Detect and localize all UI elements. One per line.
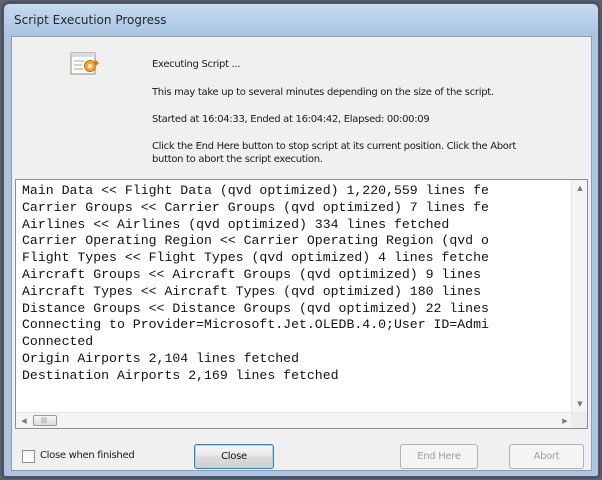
duration-note: This may take up to several minutes depe… bbox=[152, 87, 494, 98]
abort-button[interactable]: Abort bbox=[509, 444, 584, 469]
log-line: Origin Airports 2,104 lines fetched bbox=[22, 350, 299, 366]
grip-icon: ||| bbox=[41, 417, 48, 424]
end-here-button[interactable]: End Here bbox=[400, 444, 478, 469]
log-line: Destination Airports 2,169 lines fetched bbox=[22, 367, 339, 383]
dialog-body: Executing Script ... This may take up to… bbox=[11, 36, 592, 471]
log-line: Distance Groups << Distance Groups (qvd … bbox=[22, 300, 489, 316]
log-line: Airlines << Airlines (qvd optimized) 334… bbox=[22, 216, 450, 232]
log-line: Main Data << Flight Data (qvd optimized)… bbox=[22, 183, 489, 198]
title-bar[interactable]: Script Execution Progress bbox=[4, 4, 598, 36]
scroll-down-icon[interactable]: ▼ bbox=[572, 396, 588, 412]
horizontal-scrollbar[interactable]: ◀ ||| ▶ bbox=[16, 412, 573, 428]
log-line: Connecting to Provider=Microsoft.Jet.OLE… bbox=[22, 317, 489, 333]
log-line: Carrier Groups << Carrier Groups (qvd op… bbox=[22, 199, 489, 215]
timing-text: Started at 16:04:33, Ended at 16:04:42, … bbox=[152, 114, 430, 125]
instruction-text-line1: Click the End Here button to stop script… bbox=[152, 141, 517, 152]
scroll-left-icon[interactable]: ◀ bbox=[16, 413, 32, 429]
script-execution-dialog: Script Execution Progress Executing Scri… bbox=[3, 3, 599, 477]
close-when-finished-checkbox[interactable] bbox=[22, 450, 35, 463]
log-lines: Main Data << Flight Data (qvd optimized)… bbox=[16, 180, 573, 412]
horizontal-scroll-thumb[interactable]: ||| bbox=[33, 415, 57, 426]
window-title: Script Execution Progress bbox=[14, 13, 167, 27]
scroll-up-icon[interactable]: ▲ bbox=[572, 180, 588, 196]
scrollbar-corner bbox=[571, 412, 587, 428]
log-line: Aircraft Groups << Aircraft Groups (qvd … bbox=[22, 266, 489, 282]
close-button[interactable]: Close bbox=[194, 444, 274, 469]
log-line: Carrier Operating Region << Carrier Oper… bbox=[22, 233, 489, 249]
log-line: Connected bbox=[22, 334, 94, 350]
script-icon bbox=[70, 51, 100, 77]
log-line: Flight Types << Flight Types (qvd optimi… bbox=[22, 250, 489, 266]
close-when-finished-label[interactable]: Close when finished bbox=[40, 450, 135, 461]
instruction-text-line2: button to abort the script execution. bbox=[152, 154, 323, 165]
log-line: Aircraft Types << Aircraft Types (qvd op… bbox=[22, 283, 489, 299]
status-text: Executing Script ... bbox=[152, 59, 241, 70]
vertical-scrollbar[interactable]: ▲ ▼ bbox=[571, 180, 587, 412]
execution-log[interactable]: Main Data << Flight Data (qvd optimized)… bbox=[15, 179, 588, 429]
